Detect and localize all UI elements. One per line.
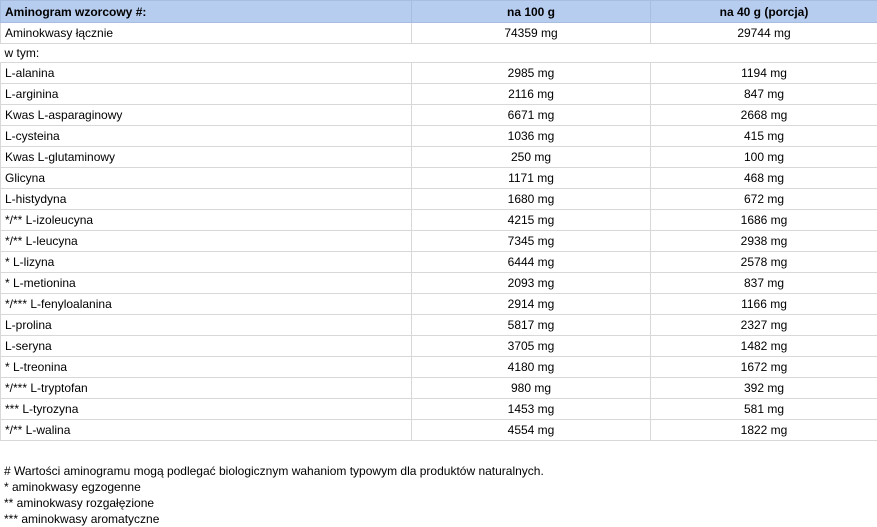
amount-per40[interactable]: 847 mg (650, 83, 877, 105)
amount-per40[interactable]: 837 mg (650, 272, 877, 294)
amino-acid-label[interactable]: L-histydyna (0, 188, 412, 210)
amount-per40[interactable]: 468 mg (650, 167, 877, 189)
table-row: */** L-walina 4554 mg 1822 mg (0, 419, 877, 441)
table-row: */** L-leucyna 7345 mg 2938 mg (0, 230, 877, 252)
amount-per40[interactable]: 1482 mg (650, 335, 877, 357)
amount-per40[interactable]: 2327 mg (650, 314, 877, 336)
header-per40[interactable]: na 40 g (porcja) (650, 0, 877, 23)
header-per100[interactable]: na 100 g (411, 0, 651, 23)
amount-per40[interactable]: 1672 mg (650, 356, 877, 378)
amount-per100[interactable]: 980 mg (411, 377, 651, 399)
table-row: L-prolina 5817 mg 2327 mg (0, 314, 877, 336)
amino-acid-label[interactable]: * L-metionina (0, 272, 412, 294)
table-row: *** L-tyrozyna 1453 mg 581 mg (0, 398, 877, 420)
table-row: L-cysteina 1036 mg 415 mg (0, 125, 877, 147)
amount-per100[interactable]: 2093 mg (411, 272, 651, 294)
amount-per100[interactable]: 2116 mg (411, 83, 651, 105)
table-row: L-alanina 2985 mg 1194 mg (0, 62, 877, 84)
amount-per100[interactable]: 6444 mg (411, 251, 651, 273)
footnote-line: *** aminokwasy aromatyczne (4, 512, 160, 526)
amount-per40[interactable]: 2938 mg (650, 230, 877, 252)
total-per40[interactable]: 29744 mg (650, 22, 877, 44)
table-row: Kwas L-asparaginowy 6671 mg 2668 mg (0, 104, 877, 126)
amount-per40[interactable]: 1822 mg (650, 419, 877, 441)
amino-acid-label[interactable]: L-prolina (0, 314, 412, 336)
amount-per40[interactable]: 2578 mg (650, 251, 877, 273)
aminogram-table: Aminogram wzorcowy #: na 100 g na 40 g (… (0, 0, 877, 441)
table-row: * L-metionina 2093 mg 837 mg (0, 272, 877, 294)
amount-per100[interactable]: 1680 mg (411, 188, 651, 210)
table-row: Kwas L-glutaminowy 250 mg 100 mg (0, 146, 877, 168)
amount-per100[interactable]: 250 mg (411, 146, 651, 168)
table-row: * L-lizyna 6444 mg 2578 mg (0, 251, 877, 273)
amino-acid-label[interactable]: * L-lizyna (0, 251, 412, 273)
amino-acid-label[interactable]: Glicyna (0, 167, 412, 189)
amino-acid-label[interactable]: *** L-tyrozyna (0, 398, 412, 420)
total-label[interactable]: Aminokwasy łącznie (0, 22, 412, 44)
table-row: Glicyna 1171 mg 468 mg (0, 167, 877, 189)
table-row: * L-treonina 4180 mg 1672 mg (0, 356, 877, 378)
amino-acid-label[interactable]: L-alanina (0, 62, 412, 84)
amount-per100[interactable]: 2914 mg (411, 293, 651, 315)
header-row: Aminogram wzorcowy #: na 100 g na 40 g (… (0, 0, 877, 23)
footnote-line: * aminokwasy egzogenne (4, 480, 141, 494)
table-row: */** L-izoleucyna 4215 mg 1686 mg (0, 209, 877, 231)
amount-per40[interactable]: 672 mg (650, 188, 877, 210)
amount-per40[interactable]: 1194 mg (650, 62, 877, 84)
amount-per100[interactable]: 4180 mg (411, 356, 651, 378)
table-row: */*** L-tryptofan 980 mg 392 mg (0, 377, 877, 399)
amount-per40[interactable]: 1686 mg (650, 209, 877, 231)
amount-per100[interactable]: 7345 mg (411, 230, 651, 252)
table-row: L-seryna 3705 mg 1482 mg (0, 335, 877, 357)
amount-per100[interactable]: 5817 mg (411, 314, 651, 336)
amount-per100[interactable]: 4554 mg (411, 419, 651, 441)
table-row: L-arginina 2116 mg 847 mg (0, 83, 877, 105)
footnote-line: # Wartości aminogramu mogą podlegać biol… (4, 464, 544, 478)
subheading-row: w tym: (0, 43, 877, 63)
amount-per40[interactable]: 1166 mg (650, 293, 877, 315)
amino-acid-label[interactable]: L-seryna (0, 335, 412, 357)
amount-per100[interactable]: 1453 mg (411, 398, 651, 420)
subheading-empty-cell[interactable] (650, 43, 877, 63)
total-per100[interactable]: 74359 mg (411, 22, 651, 44)
amount-per100[interactable]: 6671 mg (411, 104, 651, 126)
amino-acid-label[interactable]: */*** L-fenyloalanina (0, 293, 412, 315)
total-row: Aminokwasy łącznie 74359 mg 29744 mg (0, 22, 877, 44)
aminogram-sheet: Aminogram wzorcowy #: na 100 g na 40 g (… (0, 0, 877, 526)
amount-per40[interactable]: 392 mg (650, 377, 877, 399)
amino-acid-label[interactable]: * L-treonina (0, 356, 412, 378)
amino-acid-label[interactable]: L-cysteina (0, 125, 412, 147)
amount-per40[interactable]: 2668 mg (650, 104, 877, 126)
amino-acid-label[interactable]: */** L-leucyna (0, 230, 412, 252)
amount-per40[interactable]: 100 mg (650, 146, 877, 168)
header-label[interactable]: Aminogram wzorcowy #: (0, 0, 412, 23)
subheading-label[interactable]: w tym: (0, 43, 412, 63)
amino-acid-label[interactable]: Kwas L-asparaginowy (0, 104, 412, 126)
amount-per40[interactable]: 581 mg (650, 398, 877, 420)
amount-per100[interactable]: 1036 mg (411, 125, 651, 147)
subheading-empty-cell[interactable] (411, 43, 651, 63)
amount-per100[interactable]: 2985 mg (411, 62, 651, 84)
amino-acid-label[interactable]: Kwas L-glutaminowy (0, 146, 412, 168)
amino-acid-label[interactable]: */** L-izoleucyna (0, 209, 412, 231)
amino-acid-label[interactable]: */** L-walina (0, 419, 412, 441)
amount-per100[interactable]: 1171 mg (411, 167, 651, 189)
table-row: */*** L-fenyloalanina 2914 mg 1166 mg (0, 293, 877, 315)
amino-acid-label[interactable]: */*** L-tryptofan (0, 377, 412, 399)
amount-per100[interactable]: 4215 mg (411, 209, 651, 231)
footnotes: # Wartości aminogramu mogą podlegać biol… (4, 463, 544, 527)
amount-per100[interactable]: 3705 mg (411, 335, 651, 357)
amino-acid-label[interactable]: L-arginina (0, 83, 412, 105)
amount-per40[interactable]: 415 mg (650, 125, 877, 147)
table-row: L-histydyna 1680 mg 672 mg (0, 188, 877, 210)
footnote-line: ** aminokwasy rozgałęzione (4, 496, 155, 510)
